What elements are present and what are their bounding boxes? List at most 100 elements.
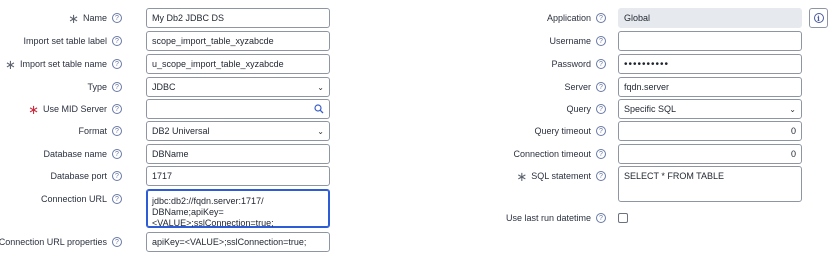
application-label-wrap: Application ? bbox=[547, 8, 606, 28]
import-set-label-row: Import set table label ? scope_import_ta… bbox=[0, 31, 340, 51]
connection-url-properties-label: Connection URL properties bbox=[0, 237, 107, 247]
server-input[interactable]: fqdn.server bbox=[618, 77, 802, 97]
import-set-name-row: ∗ Import set table name ? u_scope_import… bbox=[0, 54, 340, 74]
help-icon[interactable]: ? bbox=[596, 13, 606, 23]
database-port-row: Database port ? 1717 bbox=[0, 166, 340, 186]
info-icon: i bbox=[813, 13, 824, 23]
required-marker-icon: ∗ bbox=[28, 101, 39, 117]
use-last-run-datetime-label: Use last run datetime bbox=[505, 213, 591, 223]
help-icon[interactable]: ? bbox=[112, 13, 122, 23]
sql-statement-row: ∗ SQL statement ? SELECT * FROM TABLE bbox=[470, 166, 832, 202]
type-label: Type bbox=[87, 82, 107, 92]
info-button[interactable]: i bbox=[809, 8, 828, 28]
lookup-button[interactable] bbox=[309, 99, 330, 119]
query-label: Query bbox=[566, 104, 591, 114]
help-icon[interactable]: ? bbox=[112, 171, 122, 181]
sql-statement-textarea[interactable]: SELECT * FROM TABLE bbox=[618, 166, 802, 202]
help-icon[interactable]: ? bbox=[596, 171, 606, 181]
required-marker-icon: ∗ bbox=[68, 10, 79, 26]
help-icon[interactable]: ? bbox=[112, 36, 122, 46]
connection-url-row: Connection URL ? jdbc:db2://fqdn.server:… bbox=[0, 189, 340, 228]
import-set-label-label-wrap: Import set table label ? bbox=[23, 31, 122, 51]
name-label-wrap: ∗ Name ? bbox=[68, 8, 122, 28]
database-name-label: Database name bbox=[43, 149, 107, 159]
chevron-down-icon: ⌄ bbox=[789, 104, 796, 114]
connection-url-label: Connection URL bbox=[40, 194, 107, 204]
import-set-label-input[interactable]: scope_import_table_xyzabcde bbox=[146, 31, 330, 51]
server-label: Server bbox=[564, 82, 591, 92]
server-label-wrap: Server ? bbox=[564, 77, 606, 97]
help-icon[interactable]: ? bbox=[596, 104, 606, 114]
help-icon[interactable]: ? bbox=[596, 126, 606, 136]
connection-url-properties-input[interactable]: apiKey=<VALUE>;sslConnection=true; bbox=[146, 232, 330, 252]
connection-url-properties-label-wrap: Connection URL properties ? bbox=[0, 232, 122, 252]
import-set-label-label: Import set table label bbox=[23, 36, 107, 46]
password-label: Password bbox=[551, 59, 591, 69]
query-timeout-input[interactable]: 0 bbox=[618, 121, 802, 141]
mid-server-row: ∗ Use MID Server ? bbox=[0, 99, 340, 119]
query-select[interactable]: Specific SQL ⌄ bbox=[618, 99, 802, 119]
format-row: Format ? DB2 Universal ⌄ bbox=[0, 121, 340, 141]
type-row: Type ? JDBC ⌄ bbox=[0, 77, 340, 97]
use-last-run-datetime-label-wrap: Use last run datetime ? bbox=[506, 208, 606, 228]
database-port-label-wrap: Database port ? bbox=[50, 166, 122, 186]
help-icon[interactable]: ? bbox=[112, 237, 122, 247]
search-icon bbox=[314, 104, 324, 114]
sql-statement-label: SQL statement bbox=[531, 171, 591, 181]
help-icon[interactable]: ? bbox=[596, 149, 606, 159]
connection-timeout-label: Connection timeout bbox=[513, 149, 591, 159]
format-label: Format bbox=[78, 126, 107, 136]
mid-server-label-wrap: ∗ Use MID Server ? bbox=[28, 99, 122, 119]
format-select[interactable]: DB2 Universal ⌄ bbox=[146, 121, 330, 141]
chevron-down-icon: ⌄ bbox=[317, 126, 324, 136]
import-set-name-input[interactable]: u_scope_import_table_xyzabcde bbox=[146, 54, 330, 74]
query-select-value: Specific SQL bbox=[624, 104, 677, 114]
database-port-input[interactable]: 1717 bbox=[146, 166, 330, 186]
required-marker-icon: ∗ bbox=[516, 168, 528, 184]
help-icon[interactable]: ? bbox=[112, 149, 122, 159]
application-row: Application ? Global bbox=[470, 8, 832, 28]
import-set-name-label-wrap: ∗ Import set table name ? bbox=[5, 54, 122, 74]
database-name-label-wrap: Database name ? bbox=[43, 144, 122, 164]
username-input[interactable] bbox=[618, 31, 802, 51]
chevron-down-icon: ⌄ bbox=[317, 82, 324, 92]
application-field: Global bbox=[618, 8, 802, 28]
use-last-run-datetime-checkbox[interactable] bbox=[618, 213, 628, 223]
help-icon[interactable]: ? bbox=[112, 104, 122, 114]
name-row: ∗ Name ? My Db2 JDBC DS bbox=[0, 8, 340, 28]
connection-url-textarea[interactable]: jdbc:db2://fqdn.server:1717/ DBName;apiK… bbox=[146, 189, 330, 228]
type-select[interactable]: JDBC ⌄ bbox=[146, 77, 330, 97]
database-name-input[interactable]: DBName bbox=[146, 144, 330, 164]
sql-statement-label-wrap: ∗ SQL statement ? bbox=[516, 166, 606, 186]
help-icon[interactable]: ? bbox=[112, 59, 122, 69]
mid-server-label: Use MID Server bbox=[42, 104, 107, 114]
application-label: Application bbox=[546, 13, 591, 23]
format-label-wrap: Format ? bbox=[78, 121, 122, 141]
help-icon[interactable]: ? bbox=[112, 82, 122, 92]
query-timeout-label: Query timeout bbox=[534, 126, 591, 136]
mid-server-input[interactable] bbox=[146, 99, 310, 119]
use-last-run-datetime-row: Use last run datetime ? bbox=[470, 208, 832, 228]
password-input[interactable]: •••••••••• bbox=[618, 54, 802, 74]
query-row: Query ? Specific SQL ⌄ bbox=[470, 99, 832, 119]
username-row: Username ? bbox=[470, 31, 832, 51]
connection-timeout-label-wrap: Connection timeout ? bbox=[513, 144, 606, 164]
help-icon[interactable]: ? bbox=[596, 59, 606, 69]
connection-url-properties-row: Connection URL properties ? apiKey=<VALU… bbox=[0, 232, 340, 252]
name-input[interactable]: My Db2 JDBC DS bbox=[146, 8, 330, 28]
help-icon[interactable]: ? bbox=[596, 213, 606, 223]
import-set-name-label: Import set table name bbox=[19, 59, 107, 69]
help-icon[interactable]: ? bbox=[112, 194, 122, 204]
username-label: Username bbox=[549, 36, 591, 46]
help-icon[interactable]: ? bbox=[596, 82, 606, 92]
format-select-value: DB2 Universal bbox=[152, 126, 210, 136]
query-timeout-label-wrap: Query timeout ? bbox=[534, 121, 606, 141]
query-timeout-row: Query timeout ? 0 bbox=[470, 121, 832, 141]
help-icon[interactable]: ? bbox=[596, 36, 606, 46]
database-name-row: Database name ? DBName bbox=[0, 144, 340, 164]
help-icon[interactable]: ? bbox=[112, 126, 122, 136]
password-row: Password ? •••••••••• bbox=[470, 54, 832, 74]
connection-url-label-wrap: Connection URL ? bbox=[41, 189, 122, 209]
server-row: Server ? fqdn.server bbox=[470, 77, 832, 97]
connection-timeout-input[interactable]: 0 bbox=[618, 144, 802, 164]
